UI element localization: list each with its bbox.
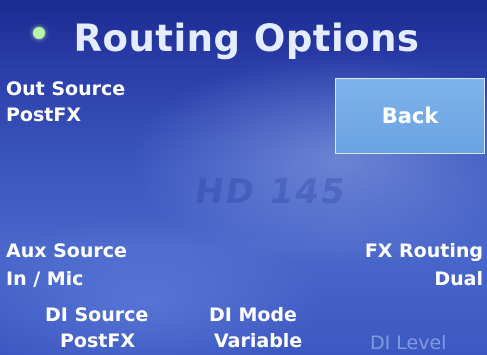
fx-routing-value[interactable]: Dual xyxy=(434,267,483,291)
aux-source-label: Aux Source xyxy=(6,240,127,262)
page-title: Routing Options xyxy=(73,17,420,60)
back-button[interactable]: Back xyxy=(335,78,485,154)
out-source-label: Out Source xyxy=(6,78,126,100)
di-mode-label: DI Mode xyxy=(209,304,297,326)
di-source-label: DI Source xyxy=(45,304,149,326)
routing-options-screen: Routing Options Out Source PostFX HD 145… xyxy=(0,0,487,355)
aux-source-value[interactable]: In / Mic xyxy=(6,267,83,291)
device-watermark: HD 145 xyxy=(192,172,350,212)
di-mode-value[interactable]: Variable xyxy=(214,329,302,353)
di-source-value[interactable]: PostFX xyxy=(60,329,135,353)
out-source-value[interactable]: PostFX xyxy=(6,103,81,127)
di-level-label: DI Level xyxy=(370,332,447,354)
fx-routing-label: FX Routing xyxy=(364,240,483,262)
